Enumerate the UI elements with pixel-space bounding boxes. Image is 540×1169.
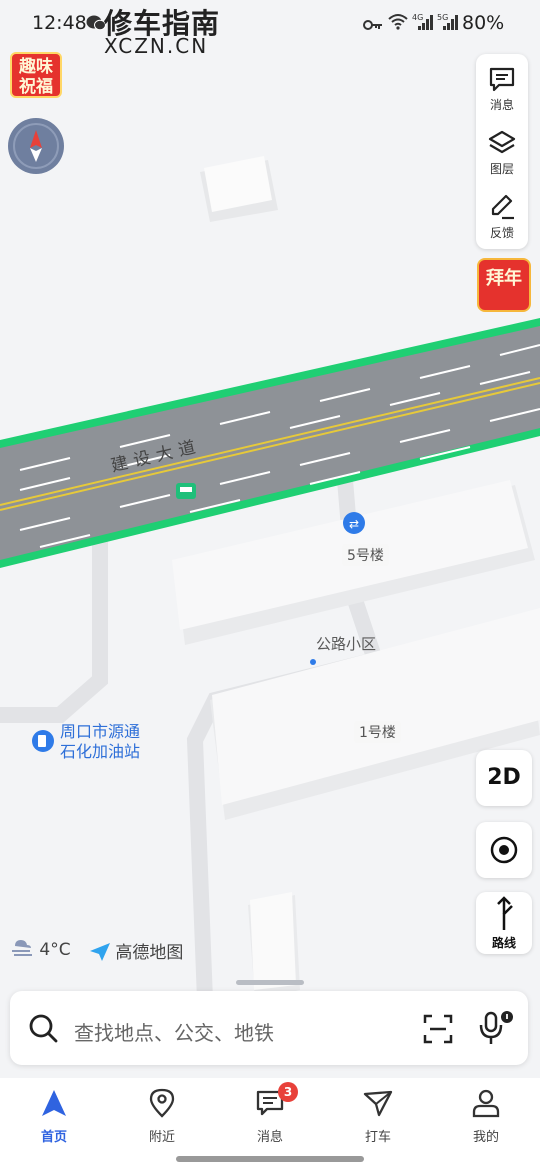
battery-level: 80% [462,12,505,34]
location-pin-icon [149,1088,175,1118]
svg-text:5G: 5G [437,13,448,22]
status-bar: 12:48 修车指南 XCZN.CN 4G 5G 80% [0,0,540,58]
gas-station-label-line2: 石化加油站 [60,742,141,761]
nav-taxi-label: 打车 [364,1130,391,1145]
layers-tool[interactable]: 图层 [476,118,528,182]
status-time: 12:48 [32,12,87,34]
nav-messages[interactable]: 3 消息 [216,1082,324,1145]
temperature: 4°C [39,940,71,960]
taxi-icon [363,1090,393,1117]
nav-taxi[interactable]: 打车 [324,1088,432,1145]
brand-name: 高德地图 [115,943,184,963]
community-label: 公路小区 [316,635,377,653]
fun-greeting-button[interactable]: 趣味 祝福 [10,52,62,98]
edit-icon [491,194,514,220]
view-mode-label: 2D [487,765,521,790]
transit-icon[interactable]: ⇄ [343,512,365,534]
map-toolbar: 消息 图层 反馈 [476,54,528,249]
panel-drag-handle[interactable] [236,980,304,985]
building-1-label: 1号楼 [354,721,401,743]
wifi-icon [387,12,409,36]
compass-icon[interactable] [8,118,64,174]
building-top [200,156,278,222]
search-input[interactable]: 查找地点、公交、地铁 [74,1017,274,1046]
brand-logo: 高德地图 [90,938,183,963]
nav-home-label: 首页 [40,1130,67,1145]
bus-stop-icon[interactable] [176,483,196,499]
weather-widget[interactable]: 4°C [10,938,71,960]
wechat-icon [86,14,106,36]
layers-icon [488,130,516,154]
community-dot [310,659,316,665]
gas-station-label[interactable]: 周口市源通 石化加油站 [60,722,140,762]
home-indicator[interactable] [176,1156,364,1162]
nav-nearby[interactable]: 附近 [108,1088,216,1145]
route-label: 路线 [491,936,516,950]
locate-icon [490,836,518,864]
map-canvas[interactable]: ⇄ 建设大道 5号楼 公路小区 1号楼 周口市源通 石化加油站 [0,48,540,1078]
feedback-tool-label: 反馈 [489,226,514,240]
key-icon [363,16,383,35]
new-year-label: 拜年 [486,268,522,289]
gas-station-label-line1: 周口市源通 [60,722,141,741]
nav-messages-label: 消息 [256,1130,283,1145]
route-icon [497,896,513,930]
greeting-line2: 祝福 [19,77,53,97]
svg-text:⇄: ⇄ [349,517,359,531]
signal-4g-icon: 4G [412,12,434,36]
messages-badge: 3 [278,1082,298,1102]
gas-station-icon[interactable] [32,730,54,752]
search-icon [29,1014,58,1043]
amap-logo-icon [90,943,110,961]
messages-tool[interactable]: 消息 [476,54,528,118]
microphone-icon[interactable] [476,1009,516,1047]
weather-fog-icon [12,940,32,956]
layers-tool-label: 图层 [489,162,514,176]
scan-icon[interactable] [422,1013,454,1045]
nav-profile[interactable]: 我的 [432,1088,540,1145]
greeting-line1: 趣味 [19,57,53,77]
route-button[interactable]: 路线 [476,892,532,954]
view-mode-2d-button[interactable]: 2D [476,750,532,806]
locate-button[interactable] [476,822,532,878]
feedback-tool[interactable]: 反馈 [476,182,528,246]
navigation-arrow-icon [42,1090,66,1116]
signal-5g-icon: 5G [437,12,459,36]
nav-profile-label: 我的 [472,1130,499,1145]
search-bar[interactable]: 查找地点、公交、地铁 [10,991,528,1065]
svg-text:4G: 4G [412,13,423,22]
new-year-button[interactable]: 拜年 [477,258,531,312]
messages-tool-label: 消息 [489,98,514,112]
nav-nearby-label: 附近 [148,1130,175,1145]
user-icon [472,1089,500,1118]
message-icon [489,67,515,92]
building-5-label: 5号楼 [342,544,389,566]
nav-home[interactable]: 首页 [0,1088,108,1145]
